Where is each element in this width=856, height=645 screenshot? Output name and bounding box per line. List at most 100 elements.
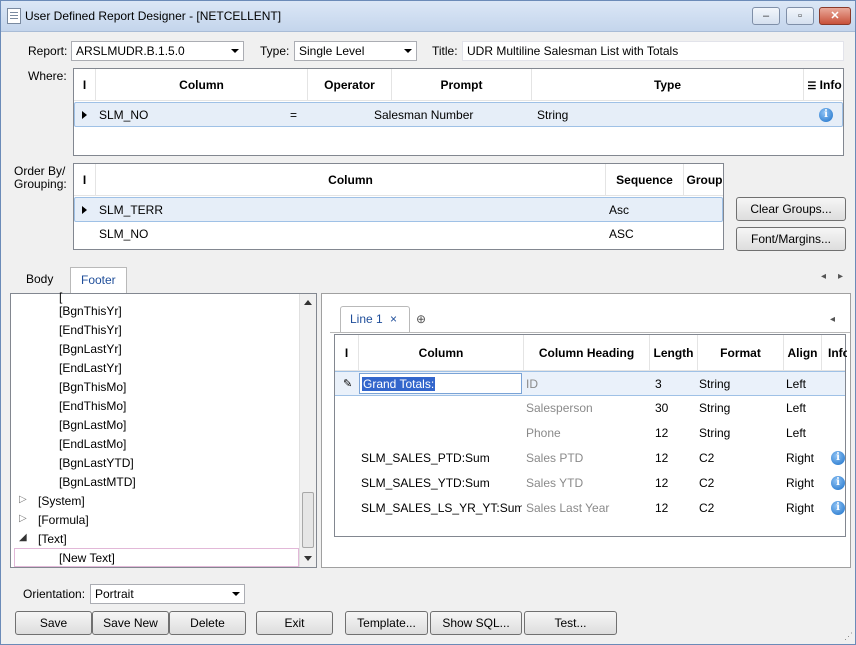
font-margins-button[interactable]: Font/Margins... [736,227,846,251]
close-button[interactable]: ✕ [819,7,851,25]
tree-item[interactable]: [ [59,290,62,304]
test-button[interactable]: Test... [524,611,617,635]
tree-scrollbar[interactable] [299,294,316,567]
footer-cell-heading[interactable]: Phone [522,421,647,446]
expand-icon[interactable]: ▷ [19,513,27,524]
footer-cell-align[interactable]: Right [782,446,820,471]
footer-cell-align[interactable]: Left [782,372,820,397]
tree-item-selected[interactable]: [New Text] [14,548,299,567]
tree-item[interactable]: [EndThisYr] [59,323,122,337]
footer-cell-column[interactable] [357,396,522,421]
footer-col-format[interactable]: Format [698,335,784,371]
where-cell-type[interactable]: String [533,103,733,128]
field-tree[interactable]: [ [BgnThisYr] [EndThisYr] [BgnLastYr] [E… [10,290,317,568]
footer-cell-align[interactable]: Right [782,496,820,521]
add-line-icon[interactable]: ⊕ [416,312,426,326]
tree-item[interactable]: [BgnThisMo] [59,380,126,394]
where-row[interactable]: SLM_NO = Salesman Number String i [74,102,843,127]
orientation-combo[interactable]: Portrait [90,584,245,604]
order-cell-column[interactable]: SLM_NO [95,222,595,247]
tree-item[interactable]: [EndThisMo] [59,399,126,413]
tree-item[interactable]: [EndLastMo] [59,437,126,451]
order-col-group[interactable]: Group [684,164,725,196]
footer-cell-length[interactable]: 12 [651,421,691,446]
footer-cell-format[interactable]: C2 [695,471,775,496]
tab-scroll-right-icon[interactable]: ▸ [838,271,843,282]
tree-group-system[interactable]: [System] [38,494,85,508]
type-combo[interactable]: Single Level [294,41,417,61]
footer-col-heading[interactable]: Column Heading [524,335,650,371]
order-cell-sequence[interactable]: ASC [605,222,675,247]
where-cell-column[interactable]: SLM_NO [95,103,285,128]
tab-footer[interactable]: Footer [70,267,127,293]
footer-row[interactable]: SLM_SALES_YTD:Sum Sales YTD 12 C2 Right … [335,471,845,496]
order-grid[interactable]: I Column Sequence Group SLM_TERR Asc SLM… [73,163,724,250]
info-icon[interactable]: i [819,108,833,122]
where-col-operator[interactable]: Operator [308,69,392,101]
where-cell-operator[interactable]: = [286,103,366,128]
info-icon[interactable]: i [831,501,845,515]
footer-cell-format[interactable]: C2 [695,496,775,521]
footer-cell-column[interactable]: SLM_SALES_LS_YR_YT:Sum [357,496,522,521]
footer-row[interactable]: SLM_SALES_LS_YR_YT:Sum Sales Last Year 1… [335,496,845,521]
order-col-sequence[interactable]: Sequence [606,164,684,196]
footer-cell-align[interactable]: Right [782,471,820,496]
footer-row[interactable]: Phone 12 String Left [335,421,845,446]
footer-col-align[interactable]: Align [784,335,822,371]
tab-body[interactable]: Body [16,267,63,293]
tree-group-formula[interactable]: [Formula] [38,513,89,527]
footer-col-length[interactable]: Length [650,335,698,371]
order-col-column[interactable]: Column [96,164,606,196]
footer-cell-length[interactable]: 12 [651,446,691,471]
footer-column-editor[interactable]: Grand Totals: [359,373,522,394]
expand-icon[interactable]: ▷ [19,494,27,505]
minimize-button[interactable]: – [752,7,780,25]
collapse-icon[interactable]: ◢ [19,532,27,543]
title-input[interactable]: UDR Multiline Salesman List with Totals [462,41,844,61]
clear-groups-button[interactable]: Clear Groups... [736,197,846,221]
delete-button[interactable]: Delete [169,611,246,635]
footer-cell-align[interactable]: Left [782,421,820,446]
show-sql-button[interactable]: Show SQL... [430,611,522,635]
footer-cell-align[interactable]: Left [782,396,820,421]
tree-item[interactable]: [BgnLastYr] [59,342,122,356]
order-row[interactable]: SLM_TERR Asc [74,197,723,222]
footer-cell-length[interactable]: 3 [651,372,691,397]
exit-button[interactable]: Exit [256,611,333,635]
footer-cell-format[interactable]: C2 [695,446,775,471]
footer-cell-format[interactable]: String [695,396,775,421]
footer-cell-heading[interactable]: Sales YTD [522,471,647,496]
scroll-up-icon[interactable] [304,300,312,305]
where-col-type[interactable]: Type [532,69,804,101]
tree-item[interactable]: [BgnLastMo] [59,418,126,432]
close-tab-icon[interactable]: × [390,307,397,331]
where-col-column[interactable]: Column [96,69,308,101]
scrollbar-thumb[interactable] [302,492,314,548]
footer-row[interactable]: Salesperson 30 String Left [335,396,845,421]
footer-cell-format[interactable]: String [695,421,775,446]
footer-row[interactable]: SLM_SALES_PTD:Sum Sales PTD 12 C2 Right … [335,446,845,471]
template-button[interactable]: Template... [345,611,428,635]
where-cell-prompt[interactable]: Salesman Number [370,103,530,128]
save-new-button[interactable]: Save New [92,611,169,635]
footer-cell-heading[interactable]: Sales Last Year [522,496,647,521]
info-icon[interactable]: i [831,451,845,465]
where-col-info[interactable]: ☰ Info [804,69,845,101]
where-grid[interactable]: I Column Operator Prompt Type ☰ Info SLM… [73,68,844,156]
footer-cell-heading[interactable]: ID [522,372,647,397]
report-combo[interactable]: ARSLMUDR.B.1.5.0 [71,41,244,61]
order-cell-sequence[interactable]: Asc [605,198,675,223]
footer-cell-column[interactable] [357,421,522,446]
order-row[interactable]: SLM_NO ASC [74,222,723,247]
tree-group-text[interactable]: [Text] [38,532,67,546]
footer-cell-length[interactable]: 12 [651,471,691,496]
footer-cell-heading[interactable]: Salesperson [522,396,647,421]
tab-scroll-left-icon[interactable]: ◂ [821,271,826,282]
resize-grip-icon[interactable]: ⋰ [844,631,853,642]
footer-cell-column[interactable]: SLM_SALES_YTD:Sum [357,471,522,496]
order-cell-column[interactable]: SLM_TERR [95,198,595,223]
line-scroll-left-icon[interactable]: ◂ [830,314,835,325]
footer-row[interactable]: ✎ Grand Totals: ID 3 String Left [335,371,845,396]
footer-cell-heading[interactable]: Sales PTD [522,446,647,471]
info-icon[interactable]: i [831,476,845,490]
